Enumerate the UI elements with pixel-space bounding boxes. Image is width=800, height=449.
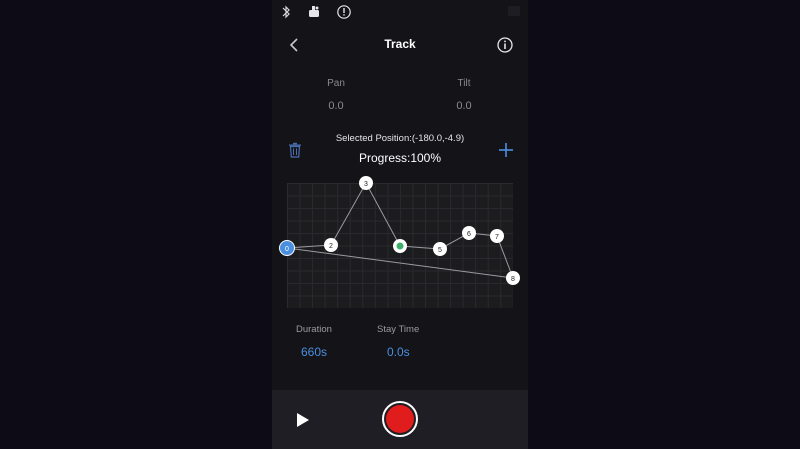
stay-time-label: Stay Time (377, 324, 420, 335)
record-button[interactable] (382, 401, 418, 437)
nav-bar: Track (272, 28, 528, 62)
bottom-toolbar (272, 390, 528, 449)
stay-time-value[interactable]: 0.0s (387, 345, 410, 359)
bluetooth-icon (282, 5, 290, 19)
selected-position: Selected Position:(-180.0,-4.9) (335, 133, 465, 144)
track-grid[interactable] (287, 183, 513, 308)
info-icon[interactable] (496, 36, 514, 54)
info-circle-icon (337, 5, 351, 19)
pan-label: Pan (327, 78, 345, 89)
page-title: Track (384, 37, 416, 51)
duration-value[interactable]: 660s (301, 345, 327, 359)
progress-text: Progress:100% (358, 151, 442, 165)
pan-value: 0.0 (328, 100, 344, 112)
record-icon (386, 405, 414, 433)
status-bar (272, 0, 528, 24)
battery-indicator (508, 6, 520, 16)
tilt-value: 0.0 (456, 100, 472, 112)
duration-label: Duration (296, 324, 332, 335)
play-button[interactable] (292, 410, 312, 430)
tilt-label: Tilt (457, 78, 471, 89)
add-point-icon[interactable] (498, 142, 514, 158)
app-screen: Track Pan 0.0 Tilt 0.0 Selected Position… (272, 0, 528, 449)
gimbal-icon (309, 6, 319, 17)
